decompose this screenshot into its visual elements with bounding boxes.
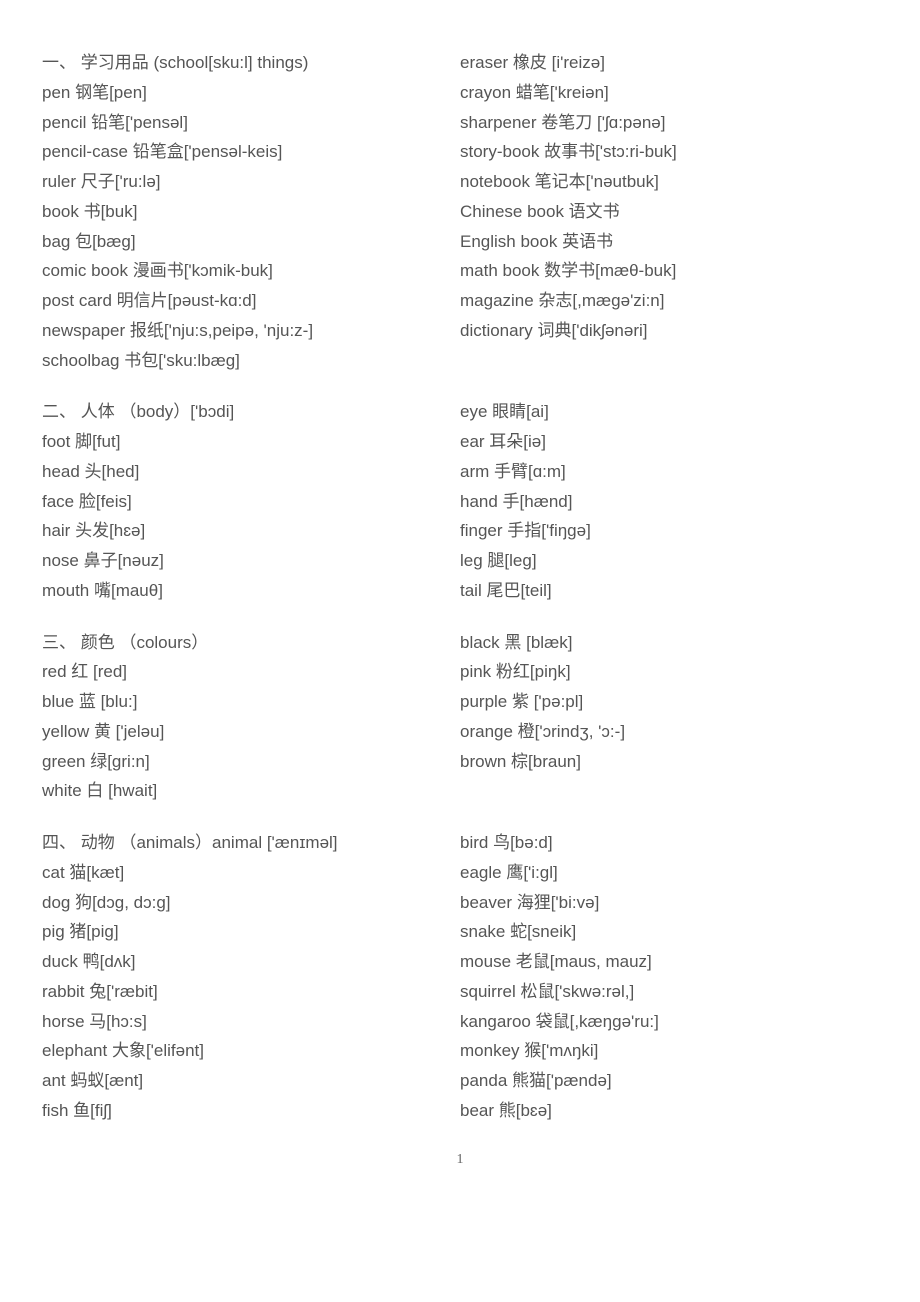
vocab-entry: ant 蚂蚁[ænt] (42, 1066, 460, 1096)
left-column: 三、 颜色 （colours） red 红 [red] blue 蓝 [blu:… (42, 628, 460, 807)
vocab-entry: post card 明信片[pəust-kɑ:d] (42, 286, 460, 316)
vocab-entry: English book 英语书 (460, 227, 878, 257)
vocab-entry: rabbit 兔['ræbit] (42, 977, 460, 1007)
vocab-entry: bird 鸟[bə:d] (460, 828, 878, 858)
vocab-entry: tail 尾巴[teil] (460, 576, 878, 606)
vocab-entry: cat 猫[kæt] (42, 858, 460, 888)
vocab-entry: finger 手指['fiŋgə] (460, 516, 878, 546)
vocab-entry: eagle 鹰['i:gl] (460, 858, 878, 888)
vocab-entry: monkey 猴['mʌŋki] (460, 1036, 878, 1066)
vocab-entry: comic book 漫画书['kɔmik-buk] (42, 256, 460, 286)
vocab-entry: hair 头发[hɛə] (42, 516, 460, 546)
right-column: eye 眼睛[ai] ear 耳朵[iə] arm 手臂[ɑ:m] hand 手… (460, 397, 878, 605)
vocab-entry: fish 鱼[fiʃ] (42, 1096, 460, 1126)
vocab-entry: pen 钢笔[pen] (42, 78, 460, 108)
vocab-entry: elephant 大象['elifənt] (42, 1036, 460, 1066)
vocab-entry: hand 手[hænd] (460, 487, 878, 517)
left-column: 四、 动物 （animals）animal ['ænɪməl] cat 猫[kæ… (42, 828, 460, 1126)
vocab-entry: eraser 橡皮 [i'reizə] (460, 48, 878, 78)
right-column: eraser 橡皮 [i'reizə] crayon 蜡笔['kreiən] s… (460, 48, 878, 375)
vocab-entry: black 黑 [blæk] (460, 628, 878, 658)
vocab-entry: duck 鸭[dʌk] (42, 947, 460, 977)
vocab-entry: yellow 黄 ['jeləu] (42, 717, 460, 747)
vocab-entry: magazine 杂志[,mægə'zi:n] (460, 286, 878, 316)
vocab-entry: arm 手臂[ɑ:m] (460, 457, 878, 487)
right-column: bird 鸟[bə:d] eagle 鹰['i:gl] beaver 海狸['b… (460, 828, 878, 1126)
vocab-entry: brown 棕[braun] (460, 747, 878, 777)
vocab-section-colours: 三、 颜色 （colours） red 红 [red] blue 蓝 [blu:… (42, 628, 878, 807)
vocab-entry: red 红 [red] (42, 657, 460, 687)
vocab-entry: purple 紫 ['pə:pl] (460, 687, 878, 717)
vocab-entry: dictionary 词典['dikʃənəri] (460, 316, 878, 346)
vocab-entry: sharpener 卷笔刀 ['ʃɑ:pənə] (460, 108, 878, 138)
right-column: black 黑 [blæk] pink 粉红[piŋk] purple 紫 ['… (460, 628, 878, 807)
vocab-entry: ruler 尺子['ru:lə] (42, 167, 460, 197)
vocab-entry: bear 熊[bɛə] (460, 1096, 878, 1126)
two-column-layout: 四、 动物 （animals）animal ['ænɪməl] cat 猫[kæ… (42, 828, 878, 1126)
vocab-entry: kangaroo 袋鼠[,kæŋgə'ru:] (460, 1007, 878, 1037)
section-heading: 三、 颜色 （colours） (42, 628, 460, 658)
page-number: 1 (42, 1148, 878, 1173)
two-column-layout: 三、 颜色 （colours） red 红 [red] blue 蓝 [blu:… (42, 628, 878, 807)
vocab-entry: mouth 嘴[mauθ] (42, 576, 460, 606)
vocab-entry: eye 眼睛[ai] (460, 397, 878, 427)
section-heading: 二、 人体 （body）['bɔdi] (42, 397, 460, 427)
vocab-entry: schoolbag 书包['sku:lbæg] (42, 346, 460, 376)
vocab-entry: foot 脚[fut] (42, 427, 460, 457)
vocab-entry: face 脸[feis] (42, 487, 460, 517)
vocab-entry: squirrel 松鼠['skwə:rəl,] (460, 977, 878, 1007)
vocab-entry: orange 橙['ɔrindʒ, 'ɔ:-] (460, 717, 878, 747)
vocab-entry: horse 马[hɔ:s] (42, 1007, 460, 1037)
vocab-section-animals: 四、 动物 （animals）animal ['ænɪməl] cat 猫[kæ… (42, 828, 878, 1126)
left-column: 二、 人体 （body）['bɔdi] foot 脚[fut] head 头[h… (42, 397, 460, 605)
vocab-entry: head 头[hed] (42, 457, 460, 487)
two-column-layout: 二、 人体 （body）['bɔdi] foot 脚[fut] head 头[h… (42, 397, 878, 605)
vocab-entry: leg 腿[leg] (460, 546, 878, 576)
vocab-entry: panda 熊猫['pændə] (460, 1066, 878, 1096)
vocab-entry: nose 鼻子[nəuz] (42, 546, 460, 576)
vocab-entry: ear 耳朵[iə] (460, 427, 878, 457)
vocab-entry: story-book 故事书['stɔ:ri-buk] (460, 137, 878, 167)
vocab-entry: dog 狗[dɔg, dɔ:g] (42, 888, 460, 918)
vocab-section-body: 二、 人体 （body）['bɔdi] foot 脚[fut] head 头[h… (42, 397, 878, 605)
vocab-entry: mouse 老鼠[maus, mauz] (460, 947, 878, 977)
vocab-entry: Chinese book 语文书 (460, 197, 878, 227)
two-column-layout: 一、 学习用品 (school[sku:l] things) pen 钢笔[pe… (42, 48, 878, 375)
section-heading: 一、 学习用品 (school[sku:l] things) (42, 48, 460, 78)
section-heading: 四、 动物 （animals）animal ['ænɪməl] (42, 828, 460, 858)
vocab-entry: math book 数学书[mæθ-buk] (460, 256, 878, 286)
vocab-entry: pencil 铅笔['pensəl] (42, 108, 460, 138)
vocab-entry: book 书[buk] (42, 197, 460, 227)
vocab-entry: crayon 蜡笔['kreiən] (460, 78, 878, 108)
vocab-entry: beaver 海狸['bi:və] (460, 888, 878, 918)
vocab-entry: notebook 笔记本['nəutbuk] (460, 167, 878, 197)
vocab-entry: pink 粉红[piŋk] (460, 657, 878, 687)
vocab-entry: newspaper 报纸['nju:s,peipə, 'nju:z-] (42, 316, 460, 346)
vocab-entry: blue 蓝 [blu:] (42, 687, 460, 717)
vocab-entry: snake 蛇[sneik] (460, 917, 878, 947)
left-column: 一、 学习用品 (school[sku:l] things) pen 钢笔[pe… (42, 48, 460, 375)
vocab-entry: green 绿[gri:n] (42, 747, 460, 777)
vocab-entry: pig 猪[pig] (42, 917, 460, 947)
vocab-section-school: 一、 学习用品 (school[sku:l] things) pen 钢笔[pe… (42, 48, 878, 375)
vocab-entry: white 白 [hwait] (42, 776, 460, 806)
vocab-entry: pencil-case 铅笔盒['pensəl-keis] (42, 137, 460, 167)
vocab-entry: bag 包[bæg] (42, 227, 460, 257)
